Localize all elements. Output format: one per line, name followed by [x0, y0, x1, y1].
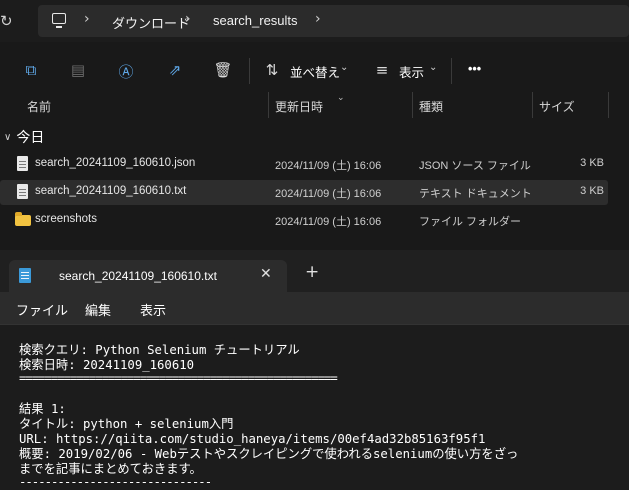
chevron-right-icon: › — [84, 11, 90, 27]
text-line: 結果 1: — [19, 402, 66, 416]
chevron-down-icon[interactable]: ∨ — [4, 132, 11, 143]
view-icon[interactable]: ≡ — [372, 61, 392, 81]
more-options-button[interactable]: ••• — [468, 62, 481, 76]
column-divider[interactable] — [412, 92, 413, 118]
notepad-icon — [19, 268, 31, 283]
text-line: ========================================… — [19, 371, 338, 385]
file-size: 3 KB — [580, 157, 604, 169]
view-button[interactable]: 表示 — [399, 62, 424, 81]
file-modified: 2024/11/09 (土) 16:06 — [275, 160, 382, 172]
column-headers: 名前 更新日時 種類 サイズ — [0, 92, 629, 118]
toolbar-divider — [451, 58, 452, 84]
file-modified: 2024/11/09 (土) 16:06 — [275, 216, 382, 228]
address-bar: ↻ › ダウンロード › search_results › — [0, 0, 629, 42]
notepad-titlebar[interactable]: search_20241109_160610.txt ✕ + — [0, 250, 629, 292]
menu-view[interactable]: 表示 — [140, 300, 166, 319]
text-line: URL: https://qiita.com/studio_haneya/ite… — [19, 432, 486, 446]
breadcrumb[interactable]: › ダウンロード › search_results › — [38, 5, 629, 37]
menu-edit[interactable]: 編集 — [85, 300, 111, 319]
delete-icon[interactable]: 🗑 — [213, 61, 233, 81]
column-divider[interactable] — [608, 92, 609, 118]
notepad-menubar: ファイル 編集 表示 — [0, 292, 629, 324]
chevron-right-icon[interactable]: › — [315, 11, 321, 27]
breadcrumb-search-results[interactable]: search_results — [213, 13, 298, 28]
sort-button[interactable]: 並べ替え — [290, 62, 340, 81]
folder-icon — [15, 212, 31, 226]
file-type: JSON ソース ファイル — [419, 160, 531, 172]
text-line: 検索クエリ: Python Selenium チュートリアル — [19, 343, 300, 357]
file-size: 3 KB — [580, 185, 604, 197]
column-type[interactable]: 種類 — [419, 98, 443, 115]
breadcrumb-downloads[interactable]: ダウンロード — [112, 13, 190, 32]
toolbar-divider — [249, 58, 250, 84]
sort-icon[interactable]: ⇅ — [262, 61, 282, 81]
notepad-window: search_20241109_160610.txt ✕ + ファイル 編集 表… — [0, 250, 629, 490]
file-name: search_20241109_160610.txt — [35, 185, 187, 197]
text-line: タイトル: python + selenium入門 — [19, 417, 234, 431]
close-tab-icon[interactable]: ✕ — [260, 266, 272, 282]
group-label: 今日 — [16, 129, 45, 145]
file-name: screenshots — [35, 213, 98, 225]
document-icon — [17, 156, 28, 171]
group-header-today[interactable]: ∨ 今日 — [4, 127, 44, 147]
document-icon — [17, 184, 28, 199]
file-row[interactable]: search_20241109_160610.json 2024/11/09 (… — [0, 152, 608, 177]
chevron-right-icon: › — [185, 11, 191, 27]
sort-descending-icon: ⌄ — [337, 93, 345, 103]
notepad-text-area[interactable]: 検索クエリ: Python Selenium チュートリアル 検索日時: 202… — [0, 324, 629, 490]
this-pc-icon[interactable] — [52, 13, 66, 28]
text-line: 概要: 2019/02/06 - Webテストやスクレイピングで使われるsele… — [19, 447, 519, 461]
file-type: テキスト ドキュメント — [419, 188, 532, 200]
file-row-selected[interactable]: search_20241109_160610.txt 2024/11/09 (土… — [0, 180, 608, 205]
file-modified: 2024/11/09 (土) 16:06 — [275, 188, 382, 200]
column-size[interactable]: サイズ — [539, 98, 575, 115]
menu-file[interactable]: ファイル — [16, 300, 68, 319]
share-icon[interactable]: ⇗ — [165, 61, 185, 81]
notepad-tab[interactable]: search_20241109_160610.txt ✕ — [9, 260, 287, 292]
column-name[interactable]: 名前 — [27, 98, 51, 115]
paste-icon[interactable]: ▤ — [68, 61, 88, 81]
rename-icon[interactable]: Ⓐ — [116, 61, 136, 81]
refresh-icon[interactable]: ↻ — [0, 12, 14, 30]
column-divider[interactable] — [268, 92, 269, 118]
text-line: ------------------------------ — [19, 475, 212, 489]
copy-icon[interactable]: ⧉ — [21, 61, 41, 81]
chevron-down-icon[interactable]: ⌄ — [429, 62, 437, 73]
command-bar: ⧉ ▤ Ⓐ ⇗ 🗑 ⇅ 並べ替え ⌄ ≡ 表示 ⌄ ••• — [0, 48, 629, 92]
folder-row[interactable]: screenshots 2024/11/09 (土) 16:06 ファイル フォ… — [0, 208, 608, 233]
new-tab-icon[interactable]: + — [305, 264, 319, 281]
chevron-down-icon[interactable]: ⌄ — [340, 62, 348, 73]
file-name: search_20241109_160610.json — [35, 157, 196, 169]
file-type: ファイル フォルダー — [419, 216, 522, 228]
column-divider[interactable] — [532, 92, 533, 118]
tab-title: search_20241109_160610.txt — [59, 269, 217, 283]
column-modified[interactable]: 更新日時 — [275, 98, 323, 115]
